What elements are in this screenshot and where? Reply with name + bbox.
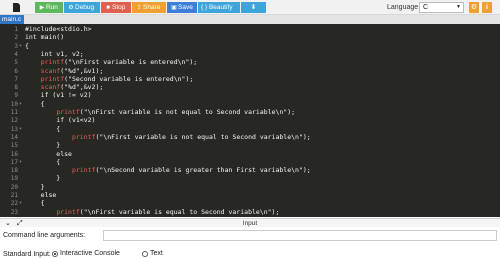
interactive-console-label[interactable]: Interactive Console: [60, 250, 120, 257]
language-value: C: [423, 4, 429, 11]
stop-icon: ■: [106, 5, 110, 11]
line-number: 23: [10, 208, 18, 216]
standard-input-label: Standard Input:: [3, 251, 51, 258]
function-call: scanf: [40, 83, 61, 92]
file-icon[interactable]: [12, 2, 22, 13]
bug-icon: ⚙: [68, 5, 74, 11]
chevron-down-icon: ▼: [456, 4, 461, 10]
input-panel: Command line arguments: Standard Input: …: [0, 227, 500, 259]
beautify-label: { } Beautify: [201, 4, 233, 11]
run-label: Run: [46, 4, 58, 11]
tab-bar: main.c: [0, 15, 500, 24]
function-call: printf: [71, 166, 96, 175]
function-call: printf: [56, 108, 80, 116]
code-editor[interactable]: 1 #include<stdio.h> 2 int main() 3 ▾{4 int v1…: [0, 24, 500, 217]
language-select[interactable]: C ▼: [419, 2, 464, 13]
play-icon: ▶: [39, 5, 45, 11]
toolbar: ▶ Run ⚙Debug ■ Stop ⇪Share ▣Save { } Beaut…: [0, 0, 500, 15]
settings-button[interactable]: ⚙: [469, 2, 479, 13]
run-button[interactable]: ▶ Run: [35, 2, 63, 13]
input-panel-header: Input ⌄ ⤢: [0, 218, 500, 227]
command-line-label: Command line arguments:: [3, 232, 86, 239]
command-line-input[interactable]: [103, 230, 497, 241]
share-label: Share: [143, 4, 161, 11]
stop-button[interactable]: ■ Stop: [101, 2, 131, 13]
code-line[interactable]: 23 printf("\nFirst variable is equal to …: [0, 208, 500, 217]
info-icon: i: [486, 4, 488, 11]
info-button[interactable]: i: [482, 2, 492, 13]
debug-label: Debug: [75, 4, 95, 11]
save-button[interactable]: ▣Save: [167, 2, 197, 13]
function-call: scanf: [40, 66, 61, 75]
beautify-button[interactable]: { } Beautify: [198, 2, 240, 13]
function-call: printf: [40, 74, 65, 83]
download-icon: ⬇: [250, 4, 257, 11]
debug-button[interactable]: ⚙Debug: [64, 2, 100, 13]
interactive-console-radio[interactable]: [52, 251, 58, 257]
text-radio[interactable]: [142, 251, 148, 257]
share-button[interactable]: ⇪Share: [132, 2, 166, 13]
text-label[interactable]: Text: [150, 250, 163, 257]
file-fold: [18, 3, 21, 6]
download-button[interactable]: ⬇: [241, 2, 266, 13]
language-label: Language: [387, 4, 419, 11]
gear-icon: ⚙: [470, 4, 478, 11]
tab-main-c[interactable]: main.c: [0, 15, 24, 24]
stop-label: Stop: [112, 4, 126, 11]
function-call: printf: [56, 207, 80, 216]
save-icon: ▣: [171, 5, 177, 11]
function-call: printf: [71, 132, 96, 141]
code-text: printf("\nFirst variable is equal to Sec…: [56, 207, 280, 216]
save-label: Save: [178, 4, 193, 11]
share-icon: ⇪: [136, 5, 142, 11]
function-call: printf: [40, 58, 65, 67]
